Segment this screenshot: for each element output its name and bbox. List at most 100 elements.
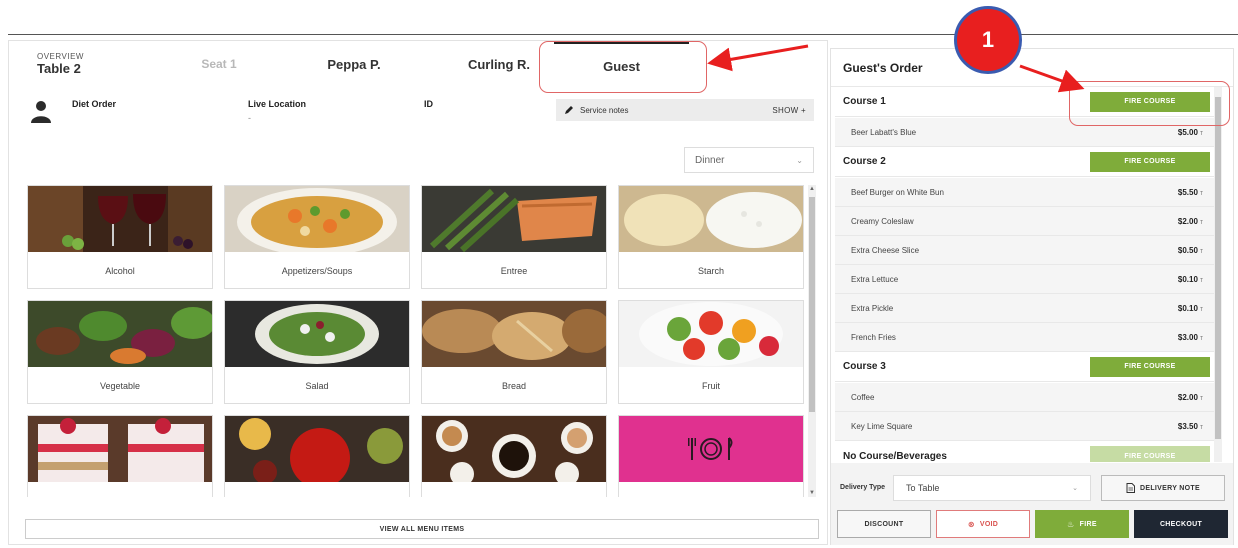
item-price: $0.50 T: [1177, 245, 1203, 255]
menu-grid-scrollbar[interactable]: ▲ ▼: [808, 185, 816, 497]
table-name: Table 2: [37, 61, 81, 76]
bread-image: [422, 301, 606, 367]
fire-course-button[interactable]: FIRE COURSE: [1090, 91, 1210, 112]
scrollbar-thumb[interactable]: [809, 197, 815, 412]
fire-button[interactable]: ♨ FIRE: [1035, 510, 1129, 538]
category-card-appetizers-soups[interactable]: Appetizers/Soups: [224, 185, 410, 289]
delivery-note-button[interactable]: DELIVERY NOTE: [1101, 475, 1225, 501]
service-notes-bar[interactable]: Service notes SHOW +: [556, 99, 814, 121]
course-header: Course 1 FIRE COURSE: [835, 87, 1217, 117]
pencil-icon: [565, 106, 573, 114]
item-name: Extra Lettuce: [851, 274, 899, 284]
void-label: VOID: [979, 520, 999, 528]
category-label: Vegetable: [99, 380, 141, 391]
chevron-down-icon: ⌄: [1072, 485, 1078, 492]
dessert-image: [28, 416, 212, 482]
view-all-menu-items-button[interactable]: VIEW ALL MENU ITEMS: [25, 519, 819, 539]
item-price: $2.00 T: [1177, 216, 1203, 226]
person-avatar-icon: [31, 101, 51, 123]
category-card-salad[interactable]: Salad: [224, 300, 410, 404]
fire-course-button[interactable]: FIRE COURSE: [1090, 356, 1210, 377]
category-card-starch[interactable]: Starch: [618, 185, 804, 289]
order-item[interactable]: Extra Pickle $0.10 T: [835, 294, 1217, 323]
document-icon: [1126, 483, 1136, 493]
fire-label: FIRE: [1079, 520, 1097, 528]
chevron-down-icon: ⌄: [796, 155, 803, 165]
item-name: Creamy Coleslaw: [851, 216, 914, 226]
category-card-vegetable[interactable]: Vegetable: [27, 300, 213, 404]
item-price: $0.10 T: [1177, 274, 1203, 284]
live-location-label: Live Location: [248, 99, 307, 109]
order-item[interactable]: Key Lime Square $3.50 T: [835, 412, 1217, 441]
category-card-other[interactable]: [618, 415, 804, 497]
flame-icon: ♨: [1067, 519, 1075, 529]
category-label: Bread: [501, 380, 527, 391]
category-card-bread[interactable]: Bread: [421, 300, 607, 404]
menu-category-grid: Alcohol Appetizers/Soups Entree Starch V…: [27, 185, 807, 497]
order-item[interactable]: Creamy Coleslaw $2.00 T: [835, 207, 1217, 236]
item-price: $5.50 T: [1177, 187, 1203, 197]
order-actions-area: Delivery Type To Table ⌄ DELIVERY NOTE D…: [831, 463, 1233, 545]
order-list-scrollbar[interactable]: [1214, 87, 1222, 462]
fire-course-button[interactable]: FIRE COURSE: [1090, 446, 1210, 462]
fruit-image: [619, 301, 803, 367]
order-item[interactable]: French Fries $3.00 T: [835, 323, 1217, 352]
tab-guest-label: Guest: [603, 59, 640, 74]
checkout-button[interactable]: CHECKOUT: [1134, 510, 1228, 538]
item-name: Beer Labatt's Blue: [851, 127, 917, 137]
category-card-coffee[interactable]: [421, 415, 607, 497]
category-card-entree[interactable]: Entree: [421, 185, 607, 289]
item-price: $2.00 T: [1177, 392, 1203, 402]
category-label: [422, 482, 606, 497]
category-label: [28, 482, 212, 497]
meal-period-value: Dinner: [695, 154, 725, 166]
tab-guest[interactable]: Guest: [554, 41, 689, 89]
order-item[interactable]: Beef Burger on White Bun $5.50 T: [835, 178, 1217, 207]
scroll-down-icon[interactable]: ▼: [808, 489, 816, 497]
service-notes-show-toggle[interactable]: SHOW +: [772, 106, 806, 115]
category-card-dessert[interactable]: [27, 415, 213, 497]
category-label: Starch: [697, 265, 724, 276]
course-name: Course 3: [843, 361, 886, 372]
overview-label: OVERVIEW: [37, 52, 84, 61]
soup-image: [225, 186, 409, 252]
category-card-alcohol[interactable]: Alcohol: [27, 185, 213, 289]
category-label: Appetizers/Soups: [281, 265, 353, 276]
coffee-image: [422, 416, 606, 482]
category-label: Salad: [305, 380, 329, 391]
discount-button[interactable]: DISCOUNT: [837, 510, 931, 538]
item-name: Extra Cheese Slice: [851, 245, 920, 255]
plate-cutlery-icon: [688, 437, 733, 460]
scrollbar-thumb[interactable]: [1215, 97, 1221, 439]
void-button[interactable]: ⊗ VOID: [936, 510, 1030, 538]
delivery-type-select[interactable]: To Table ⌄: [893, 475, 1091, 501]
order-item[interactable]: Extra Lettuce $0.10 T: [835, 265, 1217, 294]
delivery-note-label: DELIVERY NOTE: [1140, 484, 1200, 492]
seat-tabs: OVERVIEW Table 2 Seat 1 Peppa P. Curling…: [9, 41, 827, 89]
delivery-type-label: Delivery Type: [840, 484, 886, 491]
diet-order-label: Diet Order: [72, 99, 117, 109]
tab-overview[interactable]: OVERVIEW Table 2: [37, 41, 127, 87]
guest-info-bar: Diet Order Live Location - ID Service no…: [9, 89, 827, 129]
category-label: Alcohol: [105, 265, 135, 276]
order-item[interactable]: Extra Cheese Slice $0.50 T: [835, 236, 1217, 265]
item-name: Beef Burger on White Bun: [851, 187, 944, 197]
starch-image: [619, 186, 803, 252]
scroll-up-icon[interactable]: ▲: [808, 185, 816, 193]
category-card-fruit[interactable]: Fruit: [618, 300, 804, 404]
item-name: Coffee: [851, 392, 875, 402]
item-price: $3.50 T: [1177, 421, 1203, 431]
order-item[interactable]: Coffee $2.00 T: [835, 383, 1217, 412]
tab-seat-1[interactable]: Seat 1: [189, 41, 249, 87]
tab-curling[interactable]: Curling R.: [449, 41, 549, 87]
tab-peppa[interactable]: Peppa P.: [309, 41, 399, 87]
fire-course-button[interactable]: FIRE COURSE: [1090, 151, 1210, 172]
delivery-type-value: To Table: [906, 483, 940, 493]
item-name: Extra Pickle: [851, 303, 894, 313]
condiments-image: [225, 416, 409, 482]
meal-period-select[interactable]: Dinner ⌄: [684, 147, 814, 173]
course-name: Course 2: [843, 156, 886, 167]
alcohol-image: [28, 186, 212, 252]
category-card-condiments[interactable]: [224, 415, 410, 497]
order-item[interactable]: Beer Labatt's Blue $5.00 T: [835, 118, 1217, 147]
